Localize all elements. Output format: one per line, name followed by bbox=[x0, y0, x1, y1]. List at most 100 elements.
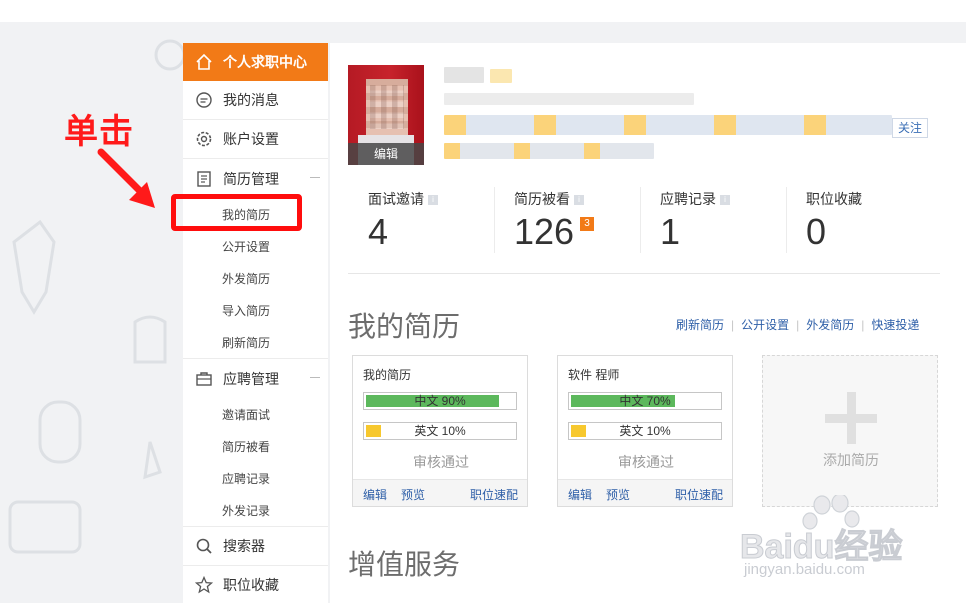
section-title-my-resume: 我的简历 bbox=[348, 311, 461, 342]
stat-value: 126 bbox=[514, 211, 575, 252]
avatar-mosaic bbox=[370, 85, 404, 129]
sidebar-item-label: 搜索器 bbox=[223, 538, 265, 554]
preview-link[interactable]: 预览 bbox=[606, 486, 630, 503]
new-count-badge: 3 bbox=[580, 217, 594, 231]
sidebar-header-label: 个人求职中心 bbox=[223, 54, 307, 70]
sidebar-subitem-import-resume[interactable]: 导入简历 bbox=[183, 294, 328, 326]
follow-button[interactable]: 关注 bbox=[892, 118, 928, 138]
sidebar-item-account-settings[interactable]: 账户设置 bbox=[183, 120, 328, 159]
profile-info-blurred bbox=[444, 93, 694, 105]
job-match-link[interactable]: 职位速配 bbox=[470, 486, 518, 503]
english-completeness-bar: 英文 10% bbox=[363, 422, 517, 440]
sidebar-item-label: 简历管理 bbox=[223, 170, 279, 187]
briefcase-icon bbox=[196, 371, 212, 386]
top-bar bbox=[0, 0, 966, 22]
english-completeness-bar: 英文 10% bbox=[568, 422, 722, 440]
sidebar-item-messages[interactable]: 我的消息 bbox=[183, 81, 328, 120]
sidebar-item-label: 应聘管理 bbox=[223, 370, 279, 387]
search-icon bbox=[196, 538, 212, 554]
stat-value: 1 bbox=[660, 211, 681, 252]
section-title-value-added-services: 增值服务 bbox=[348, 549, 461, 580]
stat-label: 职位收藏 bbox=[806, 191, 862, 207]
sidebar-subitem-send-resume[interactable]: 外发简历 bbox=[183, 262, 328, 294]
stat-value: 4 bbox=[368, 211, 389, 252]
stat-label: 应聘记录 bbox=[660, 191, 716, 207]
review-status: 审核通过 bbox=[618, 454, 674, 470]
link-separator: | bbox=[861, 318, 865, 332]
review-status: 审核通过 bbox=[413, 454, 469, 470]
annotation-arrow-icon bbox=[97, 148, 155, 208]
chinese-completeness-bar: 中文 90% bbox=[363, 392, 517, 410]
progress-text: 英文 10% bbox=[414, 424, 466, 438]
profile-tags-blurred bbox=[444, 115, 892, 135]
home-icon bbox=[196, 53, 212, 70]
edit-link[interactable]: 编辑 bbox=[363, 486, 387, 503]
resume-card-footer: 编辑 预览 职位速配 bbox=[353, 479, 527, 506]
resume-card: 软件 程师 中文 70% 英文 10% 审核通过 编辑 预览 职位速配 bbox=[557, 355, 733, 507]
profile-name-blurred bbox=[444, 67, 484, 83]
stat-label: 简历被看 bbox=[514, 191, 570, 207]
stat-application-records[interactable]: 应聘记录 i 1 bbox=[640, 183, 786, 263]
sidebar-item-searcher[interactable]: 搜索器 bbox=[183, 527, 328, 566]
sidebar-item-label: 我的消息 bbox=[223, 92, 279, 108]
sidebar-item-resume-management[interactable]: 简历管理 bbox=[183, 159, 328, 198]
job-match-link[interactable]: 职位速配 bbox=[675, 486, 723, 503]
stat-interview-invites[interactable]: 面试邀请 i 4 bbox=[348, 183, 494, 263]
chinese-completeness-bar: 中文 70% bbox=[568, 392, 722, 410]
sidebar-item-application-management[interactable]: 应聘管理 bbox=[183, 359, 328, 398]
link-separator: | bbox=[796, 318, 800, 332]
refresh-resume-link[interactable]: 刷新简历 bbox=[676, 318, 724, 332]
resume-card-name[interactable]: 软件 程师 bbox=[568, 366, 619, 383]
sidebar-subitem-application-records[interactable]: 应聘记录 bbox=[183, 462, 328, 494]
annotation-highlight-box bbox=[171, 194, 302, 231]
add-resume-button[interactable]: 添加简历 bbox=[762, 355, 938, 507]
stat-job-favorites[interactable]: 职位收藏 0 bbox=[786, 183, 932, 263]
info-icon: i bbox=[720, 195, 730, 205]
sidebar-subitem-interview-invites[interactable]: 邀请面试 bbox=[183, 398, 328, 430]
collapse-icon[interactable] bbox=[310, 377, 320, 378]
edit-link[interactable]: 编辑 bbox=[568, 486, 592, 503]
sidebar-item-label: 职位收藏 bbox=[223, 577, 279, 593]
public-settings-link[interactable]: 公开设置 bbox=[741, 318, 789, 332]
send-resume-link[interactable]: 外发简历 bbox=[806, 318, 854, 332]
sidebar-subitem-resume-viewed[interactable]: 简历被看 bbox=[183, 430, 328, 462]
resume-action-links: 刷新简历 | 公开设置 | 外发简历 | 快速投递 bbox=[676, 316, 919, 333]
sidebar-subitem-send-records[interactable]: 外发记录 bbox=[183, 494, 328, 527]
page: 单击 个人求职中心 我的消息 账户设置 简历管理 我的简历 公开设置 外发简历 … bbox=[0, 0, 966, 603]
resume-card: 我的简历 中文 90% 英文 10% 审核通过 编辑 预览 职位速配 bbox=[352, 355, 528, 507]
plus-icon bbox=[847, 392, 856, 444]
quick-apply-link[interactable]: 快速投递 bbox=[871, 318, 919, 332]
resume-card-name[interactable]: 我的简历 bbox=[363, 366, 411, 383]
preview-link[interactable]: 预览 bbox=[401, 486, 425, 503]
profile-tag-blurred bbox=[490, 69, 512, 83]
avatar-edit-button[interactable]: 编辑 bbox=[348, 143, 424, 165]
stat-value: 0 bbox=[806, 211, 827, 252]
sidebar-subitem-refresh-resume[interactable]: 刷新简历 bbox=[183, 326, 328, 359]
sidebar-subitem-public-settings[interactable]: 公开设置 bbox=[183, 230, 328, 262]
watermark-url: jingyan.baidu.com bbox=[744, 561, 865, 578]
stat-resume-viewed[interactable]: 简历被看 i 126 3 bbox=[494, 183, 640, 263]
document-icon bbox=[197, 170, 211, 187]
annotation-text: 单击 bbox=[64, 113, 134, 151]
info-icon: i bbox=[428, 195, 438, 205]
baidu-jingyan-watermark: Baidu经验 jingyan.baidu.com bbox=[739, 493, 920, 590]
sidebar-header[interactable]: 个人求职中心 bbox=[183, 43, 328, 81]
progress-fill bbox=[571, 425, 586, 437]
progress-fill bbox=[366, 425, 381, 437]
add-resume-label: 添加简历 bbox=[823, 452, 879, 468]
profile-extra-blurred bbox=[444, 143, 654, 159]
link-separator: | bbox=[731, 318, 735, 332]
progress-text: 中文 70% bbox=[619, 394, 671, 408]
message-icon bbox=[196, 92, 212, 108]
sidebar-item-label: 账户设置 bbox=[223, 131, 279, 147]
resume-card-footer: 编辑 预览 职位速配 bbox=[558, 479, 732, 506]
progress-text: 中文 90% bbox=[414, 394, 466, 408]
collapse-icon[interactable] bbox=[310, 177, 320, 178]
gear-icon bbox=[196, 131, 212, 147]
avatar[interactable]: 编辑 bbox=[348, 65, 424, 165]
star-icon bbox=[195, 576, 213, 594]
sidebar: 个人求职中心 我的消息 账户设置 简历管理 我的简历 公开设置 外发简历 导入简… bbox=[183, 43, 328, 603]
info-icon: i bbox=[574, 195, 584, 205]
sidebar-item-job-favorites[interactable]: 职位收藏 bbox=[183, 566, 328, 603]
progress-text: 英文 10% bbox=[619, 424, 671, 438]
